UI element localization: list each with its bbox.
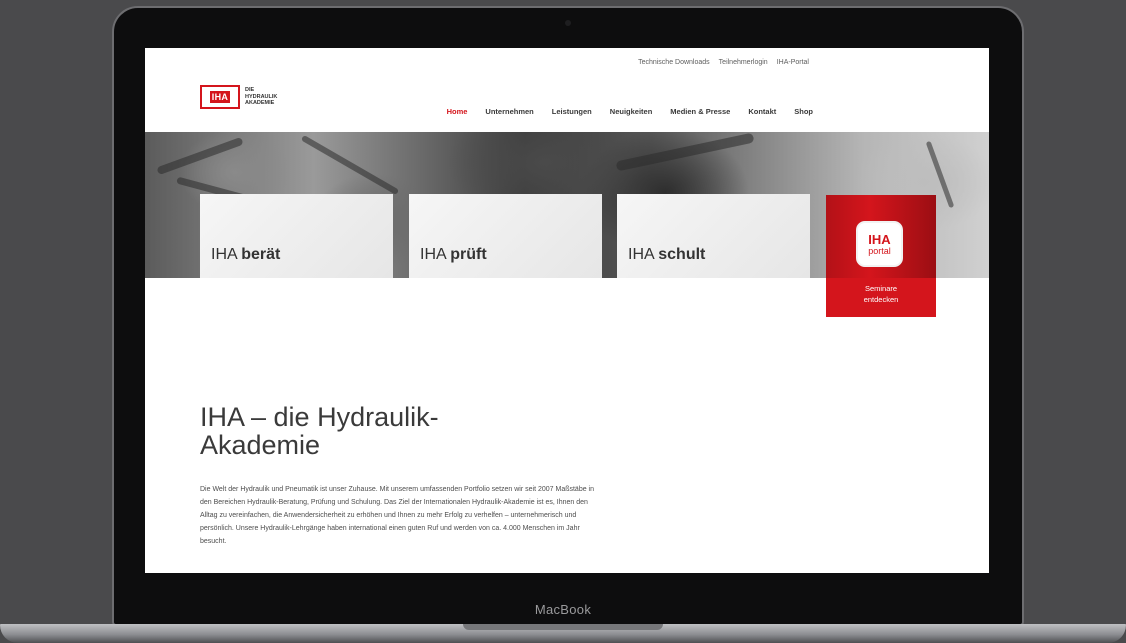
service-card-label: IHA berät [211,246,280,264]
site-logo[interactable]: IHA DIE HYDRAULIK AKADEMIE [200,85,295,109]
portal-icon-line1: IHA [868,231,891,247]
intro-paragraph: Die Welt der Hydraulik und Pneumatik ist… [200,486,594,545]
portal-cta[interactable]: Seminare entdecken [826,283,936,305]
portal-cta-line2: entdecken [863,295,899,304]
nav-item-kontakt[interactable]: Kontakt [748,107,776,116]
card-prefix: IHA [420,246,446,263]
card-word: berät [241,246,281,263]
logo-wordmark: DIE HYDRAULIK AKADEMIE [245,87,278,107]
card-prefix: IHA [211,246,237,263]
card-word: schult [658,246,706,263]
page-title: IHA – die Hydraulik-Akademie [200,402,439,460]
top-utility-nav: Technische Downloads Teilnehmerlogin IHA… [638,59,809,66]
service-card-schult[interactable]: IHA schult [617,194,810,278]
browser-viewport: Technische Downloads Teilnehmerlogin IHA… [145,48,989,573]
portal-icon-line2: portal [868,245,891,256]
nav-item-neuigkeiten[interactable]: Neuigkeiten [610,107,653,116]
nav-item-home[interactable]: Home [447,107,468,116]
card-prefix: IHA [628,246,654,263]
card-word: prüft [450,246,487,263]
topbar-link-downloads[interactable]: Technische Downloads [638,59,710,66]
service-card-prueft[interactable]: IHA prüft [409,194,602,278]
nav-item-shop[interactable]: Shop [794,107,813,116]
main-navigation: Home Unternehmen Leistungen Neuigkeiten … [447,107,813,116]
nav-item-unternehmen[interactable]: Unternehmen [485,107,533,116]
topbar-link-login[interactable]: Teilnehmerlogin [719,59,768,66]
service-card-label: IHA prüft [420,246,487,264]
camera-icon [565,20,571,26]
logo-mark-text: IHA [209,91,231,103]
service-card-beraet[interactable]: IHA berät [200,194,393,278]
nav-item-leistungen[interactable]: Leistungen [552,107,592,116]
laptop-base-notch [463,624,663,630]
iha-portal-icon: IHA portal [856,221,903,267]
logo-mark: IHA [200,85,240,109]
topbar-link-portal[interactable]: IHA-Portal [777,59,809,66]
service-card-label: IHA schult [628,246,705,264]
portal-cta-line1: Seminare [864,284,898,293]
device-brand-label: MacBook [534,602,592,617]
nav-item-medien-presse[interactable]: Medien & Presse [670,107,730,116]
portal-card[interactable]: IHA portal Seminare entdecken [826,195,936,317]
